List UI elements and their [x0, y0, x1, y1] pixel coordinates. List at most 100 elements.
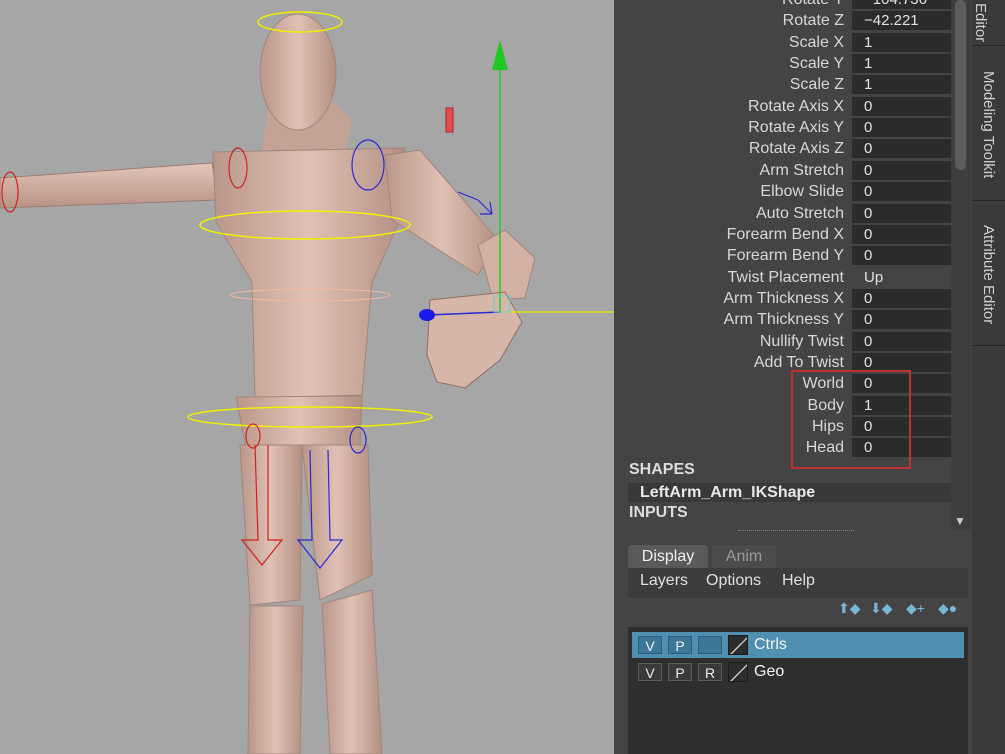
- attribute-value-field[interactable]: 0: [852, 438, 951, 458]
- attribute-label[interactable]: Twist Placement: [728, 267, 844, 288]
- attribute-row[interactable]: Scale Z 1: [624, 74, 951, 95]
- attribute-row[interactable]: Arm Stretch 0: [624, 160, 951, 181]
- right-forearm-mesh[interactable]: [477, 229, 536, 301]
- tab-modeling-toolkit[interactable]: Modeling Toolkit: [972, 50, 1005, 201]
- manipulator-z-handle[interactable]: [419, 309, 435, 321]
- pelvis-mesh[interactable]: [235, 395, 363, 449]
- attribute-label[interactable]: Forearm Bend Y: [727, 245, 844, 266]
- menu-options[interactable]: Options: [706, 572, 761, 590]
- attribute-label[interactable]: Rotate Axis Z: [749, 138, 844, 159]
- attribute-row[interactable]: Arm Thickness Y 0: [624, 309, 951, 330]
- new-layer-icon[interactable]: ◆+: [906, 600, 925, 617]
- right-thigh-mesh[interactable]: [301, 444, 373, 601]
- new-layer-selected-icon[interactable]: ◆●: [938, 600, 957, 617]
- attribute-label[interactable]: Arm Stretch: [760, 160, 844, 181]
- attribute-value-field[interactable]: 0: [852, 374, 951, 394]
- move-layer-down-icon[interactable]: ⬇◆: [870, 600, 893, 617]
- attribute-label[interactable]: Scale Y: [789, 53, 844, 74]
- attribute-value-field[interactable]: 0: [852, 182, 951, 202]
- attribute-label[interactable]: Auto Stretch: [756, 203, 844, 224]
- attribute-row[interactable]: Rotate Axis Z 0: [624, 138, 951, 159]
- attribute-value-field[interactable]: 0: [852, 246, 951, 266]
- attribute-row[interactable]: Rotate Axis Y 0: [624, 117, 951, 138]
- menu-help[interactable]: Help: [782, 572, 815, 590]
- attribute-row[interactable]: Rotate Axis X 0: [624, 96, 951, 117]
- 3d-viewport[interactable]: [0, 0, 614, 754]
- menu-layers[interactable]: Layers: [640, 572, 688, 590]
- shape-node-item[interactable]: LeftArm_Arm_IKShape: [628, 483, 951, 502]
- attribute-label[interactable]: Forearm Bend X: [727, 224, 844, 245]
- attribute-row[interactable]: Rotate Y −104.736: [624, 0, 951, 10]
- attribute-value-field[interactable]: 0: [852, 224, 951, 244]
- tab-display[interactable]: Display: [628, 545, 708, 569]
- attribute-label[interactable]: Rotate Z: [783, 10, 844, 31]
- layer-name[interactable]: Geo: [754, 659, 784, 685]
- layer-visibility-toggle[interactable]: V: [638, 663, 662, 681]
- attribute-label[interactable]: Head: [806, 437, 844, 458]
- attribute-row[interactable]: Elbow Slide 0: [624, 181, 951, 202]
- attribute-row[interactable]: Forearm Bend X 0: [624, 224, 951, 245]
- attribute-value-field[interactable]: 0: [852, 352, 951, 372]
- attribute-value-field[interactable]: 1: [852, 54, 951, 74]
- attribute-value-field[interactable]: Up: [852, 267, 951, 287]
- attribute-value-field[interactable]: 1: [852, 75, 951, 95]
- attribute-value-field[interactable]: 0: [852, 139, 951, 159]
- left-shin-mesh[interactable]: [247, 605, 304, 754]
- attribute-label[interactable]: Scale X: [789, 32, 844, 53]
- attribute-value-field[interactable]: 0: [852, 203, 951, 223]
- tab-anim[interactable]: Anim: [712, 545, 776, 569]
- attribute-value-field[interactable]: −104.736: [852, 0, 951, 9]
- attribute-row[interactable]: Scale Y 1: [624, 53, 951, 74]
- layer-display-type-toggle[interactable]: R: [698, 663, 722, 681]
- attribute-label[interactable]: World: [803, 373, 845, 394]
- attribute-value-field[interactable]: 0: [852, 331, 951, 351]
- move-layer-up-icon[interactable]: ⬆◆: [838, 600, 861, 617]
- layer-name[interactable]: Ctrls: [754, 632, 787, 658]
- left-arm-mesh[interactable]: [0, 162, 219, 209]
- layer-row-ctrls[interactable]: V P Ctrls: [632, 632, 964, 658]
- attribute-row[interactable]: Body 1: [624, 395, 951, 416]
- right-shin-mesh[interactable]: [321, 589, 383, 754]
- manipulator-y-arrow[interactable]: [492, 40, 508, 70]
- attribute-label[interactable]: Nullify Twist: [760, 331, 844, 352]
- layer-playback-toggle[interactable]: P: [668, 663, 692, 681]
- pole-vector-control[interactable]: [445, 107, 454, 133]
- attribute-value-field[interactable]: 1: [852, 32, 951, 52]
- tab-channel-box-editor[interactable]: Editor: [972, 0, 1005, 46]
- attribute-value-field[interactable]: 0: [852, 288, 951, 308]
- attribute-label[interactable]: Scale Z: [790, 74, 844, 95]
- attribute-value-field[interactable]: 0: [852, 310, 951, 330]
- attribute-label[interactable]: Rotate Y: [782, 0, 844, 10]
- attribute-row[interactable]: Scale X 1: [624, 32, 951, 53]
- attribute-label[interactable]: Rotate Axis Y: [748, 117, 844, 138]
- attribute-row[interactable]: Nullify Twist 0: [624, 331, 951, 352]
- attribute-row[interactable]: Auto Stretch 0: [624, 203, 951, 224]
- attribute-row[interactable]: Forearm Bend Y 0: [624, 245, 951, 266]
- tab-attribute-editor[interactable]: Attribute Editor: [972, 205, 1005, 346]
- attribute-label[interactable]: Rotate Axis X: [748, 96, 844, 117]
- layer-row-geo[interactable]: V P R Geo: [632, 659, 964, 685]
- attribute-value-field[interactable]: 1: [852, 395, 951, 415]
- attribute-label[interactable]: Arm Thickness X: [723, 288, 844, 309]
- attribute-row[interactable]: Twist Placement Up: [624, 267, 951, 288]
- layer-color-swatch[interactable]: [728, 662, 748, 682]
- attribute-row[interactable]: Head 0: [624, 437, 951, 458]
- attribute-row[interactable]: Hips 0: [624, 416, 951, 437]
- layer-display-type-toggle[interactable]: [698, 636, 722, 654]
- attribute-row[interactable]: World 0: [624, 373, 951, 394]
- scroll-down-arrow-icon[interactable]: ▼: [954, 514, 966, 528]
- right-hand-mesh[interactable]: [426, 291, 523, 389]
- attribute-label[interactable]: Add To Twist: [754, 352, 844, 373]
- attribute-label[interactable]: Hips: [812, 416, 844, 437]
- attribute-label[interactable]: Elbow Slide: [760, 181, 844, 202]
- attribute-value-field[interactable]: 0: [852, 417, 951, 436]
- attribute-value-field[interactable]: 0: [852, 96, 951, 116]
- layer-playback-toggle[interactable]: P: [668, 636, 692, 654]
- scrollbar-thumb[interactable]: [955, 0, 966, 170]
- left-thigh-mesh[interactable]: [239, 444, 303, 606]
- attribute-row[interactable]: Add To Twist 0: [624, 352, 951, 373]
- layer-color-swatch[interactable]: [728, 635, 748, 655]
- attribute-value-field[interactable]: −42.221: [852, 11, 951, 31]
- attribute-label[interactable]: Body: [808, 395, 844, 416]
- attribute-value-field[interactable]: 0: [852, 160, 951, 180]
